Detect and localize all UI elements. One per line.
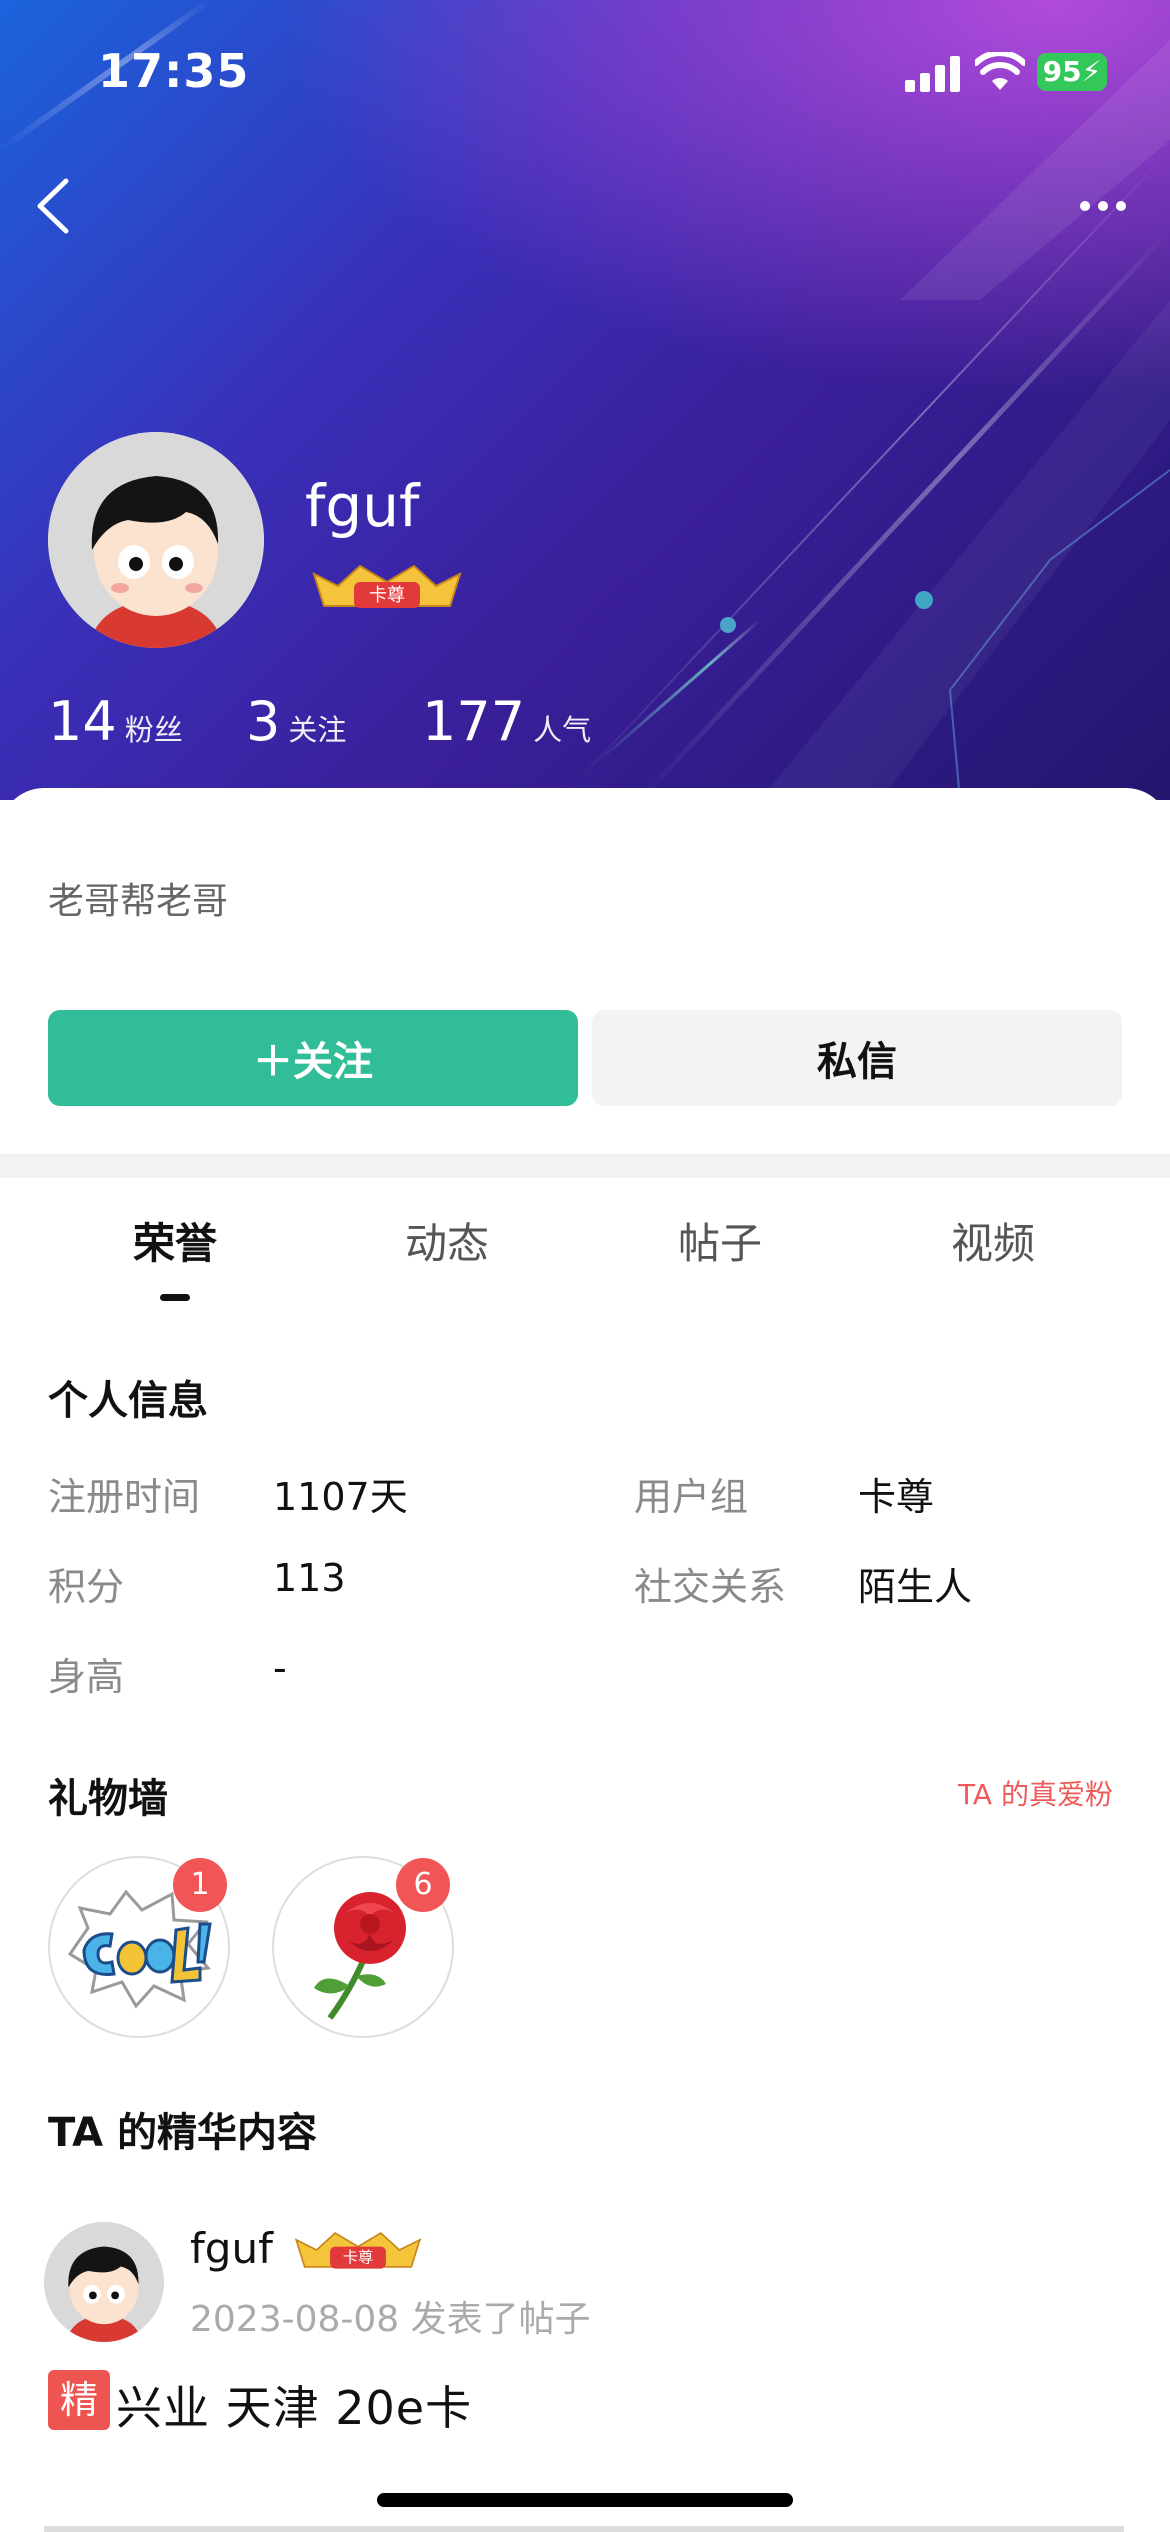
avatar-illustration bbox=[48, 432, 264, 648]
info-value: 陌生人 bbox=[858, 1565, 973, 1609]
back-arrow-icon[interactable] bbox=[32, 175, 76, 237]
charging-icon: ⚡ bbox=[1081, 55, 1102, 88]
info-value: - bbox=[273, 1646, 287, 1690]
info-key: 注册时间 bbox=[48, 1475, 201, 1519]
profile-header: 17:35 95⚡ fguf 卡尊 14 粉丝 3 关注 177 人气 bbox=[0, 0, 1170, 800]
gift-count-badge: 1 bbox=[173, 1858, 227, 1912]
personal-info-title: 个人信息 bbox=[48, 1378, 208, 1424]
stat-label: 关注 bbox=[288, 713, 347, 747]
wifi-icon bbox=[975, 52, 1025, 90]
info-value: 113 bbox=[273, 1556, 346, 1600]
status-time: 17:35 bbox=[98, 44, 250, 98]
stat-label: 人气 bbox=[533, 713, 592, 747]
user-avatar[interactable] bbox=[48, 432, 264, 648]
status-bar: 17:35 95⚡ bbox=[0, 0, 1170, 140]
tab-videos[interactable]: 视频 bbox=[903, 1210, 1083, 1271]
vip-badge-text: 卡尊 bbox=[369, 585, 405, 606]
info-value: 卡尊 bbox=[858, 1475, 935, 1519]
battery-indicator: 95⚡ bbox=[1037, 53, 1107, 91]
featured-content-title: TA 的精华内容 bbox=[48, 2110, 318, 2156]
tab-honor[interactable]: 荣誉 bbox=[85, 1210, 265, 1271]
profile-bio: 老哥帮老哥 bbox=[48, 881, 229, 922]
info-key: 积分 bbox=[48, 1565, 125, 1609]
profile-username: fguf bbox=[305, 472, 420, 540]
tab-activity[interactable]: 动态 bbox=[357, 1210, 537, 1271]
message-button[interactable]: 私信 bbox=[592, 1010, 1122, 1106]
section-divider bbox=[0, 1154, 1170, 1178]
post-title[interactable]: 兴业 天津 20e卡 bbox=[116, 2372, 472, 2438]
more-options-icon[interactable] bbox=[1078, 192, 1128, 220]
info-key: 社交关系 bbox=[634, 1565, 787, 1609]
post-author-name[interactable]: fguf bbox=[190, 2224, 273, 2273]
info-key: 用户组 bbox=[634, 1475, 749, 1519]
stat-following[interactable]: 3 关注 bbox=[246, 690, 346, 753]
battery-level: 95 bbox=[1042, 55, 1082, 88]
home-indicator[interactable] bbox=[377, 2493, 793, 2507]
true-fans-link[interactable]: TA 的真爱粉 bbox=[958, 1773, 1113, 1813]
vip-crown-badge: 卡尊 bbox=[312, 564, 462, 608]
stat-fans[interactable]: 14 粉丝 bbox=[48, 690, 183, 753]
gift-count-badge: 6 bbox=[396, 1858, 450, 1912]
stat-value: 14 bbox=[48, 690, 117, 753]
vip-crown-badge: 卡尊 bbox=[294, 2232, 422, 2269]
stat-popularity: 177 人气 bbox=[422, 690, 591, 753]
profile-tabs: 荣誉 动态 帖子 视频 bbox=[0, 1210, 1170, 1300]
post-meta: 2023-08-08 发表了帖子 bbox=[190, 2299, 591, 2340]
active-tab-indicator bbox=[160, 1294, 190, 1301]
stat-label: 粉丝 bbox=[124, 713, 183, 747]
follow-button[interactable]: ＋关注 bbox=[48, 1010, 578, 1106]
post-author-avatar[interactable] bbox=[44, 2222, 164, 2342]
avatar-illustration bbox=[44, 2222, 164, 2342]
stat-value: 3 bbox=[246, 690, 281, 753]
tab-posts[interactable]: 帖子 bbox=[630, 1210, 810, 1271]
next-post-preview bbox=[44, 2526, 1124, 2532]
vip-badge-text: 卡尊 bbox=[343, 2249, 373, 2267]
featured-tag: 精 bbox=[48, 2370, 110, 2430]
stat-value: 177 bbox=[422, 690, 526, 753]
info-value: 1107天 bbox=[273, 1475, 408, 1519]
gift-wall-title: 礼物墙 bbox=[48, 1776, 168, 1822]
cellular-signal-icon bbox=[905, 56, 960, 92]
info-key: 身高 bbox=[48, 1655, 125, 1699]
